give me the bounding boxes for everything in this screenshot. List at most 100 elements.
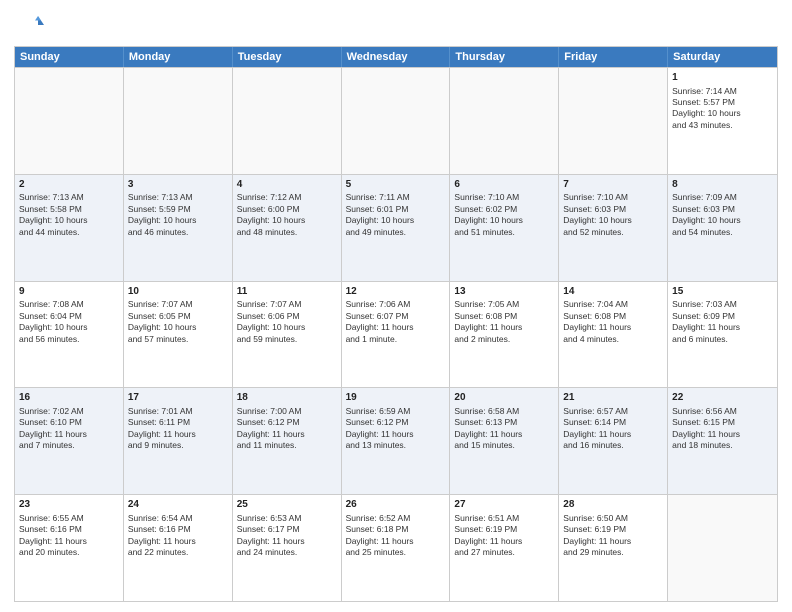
empty-cell	[124, 68, 233, 174]
day-cell-23: 23Sunrise: 6:55 AM Sunset: 6:16 PM Dayli…	[15, 495, 124, 601]
day-number: 17	[128, 391, 228, 405]
day-number: 26	[346, 498, 446, 512]
day-number: 19	[346, 391, 446, 405]
day-number: 28	[563, 498, 663, 512]
day-cell-22: 22Sunrise: 6:56 AM Sunset: 6:15 PM Dayli…	[668, 388, 777, 494]
day-info: Sunrise: 7:06 AM Sunset: 6:07 PM Dayligh…	[346, 299, 414, 343]
calendar-row-2: 9Sunrise: 7:08 AM Sunset: 6:04 PM Daylig…	[15, 281, 777, 388]
day-info: Sunrise: 6:55 AM Sunset: 6:16 PM Dayligh…	[19, 513, 87, 557]
day-info: Sunrise: 6:50 AM Sunset: 6:19 PM Dayligh…	[563, 513, 631, 557]
day-info: Sunrise: 7:01 AM Sunset: 6:11 PM Dayligh…	[128, 406, 196, 450]
empty-cell	[233, 68, 342, 174]
day-cell-15: 15Sunrise: 7:03 AM Sunset: 6:09 PM Dayli…	[668, 282, 777, 388]
day-number: 9	[19, 285, 119, 299]
day-cell-14: 14Sunrise: 7:04 AM Sunset: 6:08 PM Dayli…	[559, 282, 668, 388]
day-header-saturday: Saturday	[668, 47, 777, 67]
calendar-row-4: 23Sunrise: 6:55 AM Sunset: 6:16 PM Dayli…	[15, 494, 777, 601]
empty-cell	[450, 68, 559, 174]
day-info: Sunrise: 7:13 AM Sunset: 5:58 PM Dayligh…	[19, 192, 88, 236]
day-number: 10	[128, 285, 228, 299]
day-number: 18	[237, 391, 337, 405]
day-info: Sunrise: 7:09 AM Sunset: 6:03 PM Dayligh…	[672, 192, 741, 236]
day-info: Sunrise: 7:10 AM Sunset: 6:03 PM Dayligh…	[563, 192, 632, 236]
calendar: SundayMondayTuesdayWednesdayThursdayFrid…	[14, 46, 778, 602]
day-header-thursday: Thursday	[450, 47, 559, 67]
day-info: Sunrise: 7:12 AM Sunset: 6:00 PM Dayligh…	[237, 192, 306, 236]
day-info: Sunrise: 7:07 AM Sunset: 6:06 PM Dayligh…	[237, 299, 306, 343]
day-number: 14	[563, 285, 663, 299]
day-cell-5: 5Sunrise: 7:11 AM Sunset: 6:01 PM Daylig…	[342, 175, 451, 281]
day-number: 11	[237, 285, 337, 299]
day-cell-19: 19Sunrise: 6:59 AM Sunset: 6:12 PM Dayli…	[342, 388, 451, 494]
page: SundayMondayTuesdayWednesdayThursdayFrid…	[0, 0, 792, 612]
calendar-body: 1Sunrise: 7:14 AM Sunset: 5:57 PM Daylig…	[15, 67, 777, 601]
day-number: 8	[672, 178, 773, 192]
day-number: 12	[346, 285, 446, 299]
empty-cell	[559, 68, 668, 174]
day-cell-10: 10Sunrise: 7:07 AM Sunset: 6:05 PM Dayli…	[124, 282, 233, 388]
day-number: 6	[454, 178, 554, 192]
day-info: Sunrise: 7:13 AM Sunset: 5:59 PM Dayligh…	[128, 192, 197, 236]
calendar-row-1: 2Sunrise: 7:13 AM Sunset: 5:58 PM Daylig…	[15, 174, 777, 281]
calendar-row-0: 1Sunrise: 7:14 AM Sunset: 5:57 PM Daylig…	[15, 67, 777, 174]
day-number: 27	[454, 498, 554, 512]
day-info: Sunrise: 7:04 AM Sunset: 6:08 PM Dayligh…	[563, 299, 631, 343]
day-info: Sunrise: 7:07 AM Sunset: 6:05 PM Dayligh…	[128, 299, 197, 343]
calendar-header: SundayMondayTuesdayWednesdayThursdayFrid…	[15, 47, 777, 67]
empty-cell	[15, 68, 124, 174]
day-cell-12: 12Sunrise: 7:06 AM Sunset: 6:07 PM Dayli…	[342, 282, 451, 388]
day-info: Sunrise: 7:00 AM Sunset: 6:12 PM Dayligh…	[237, 406, 305, 450]
day-number: 1	[672, 71, 773, 85]
day-cell-6: 6Sunrise: 7:10 AM Sunset: 6:02 PM Daylig…	[450, 175, 559, 281]
day-cell-26: 26Sunrise: 6:52 AM Sunset: 6:18 PM Dayli…	[342, 495, 451, 601]
day-cell-13: 13Sunrise: 7:05 AM Sunset: 6:08 PM Dayli…	[450, 282, 559, 388]
day-info: Sunrise: 7:10 AM Sunset: 6:02 PM Dayligh…	[454, 192, 523, 236]
day-info: Sunrise: 7:02 AM Sunset: 6:10 PM Dayligh…	[19, 406, 87, 450]
header	[14, 10, 778, 40]
day-cell-16: 16Sunrise: 7:02 AM Sunset: 6:10 PM Dayli…	[15, 388, 124, 494]
day-number: 5	[346, 178, 446, 192]
day-number: 13	[454, 285, 554, 299]
day-cell-18: 18Sunrise: 7:00 AM Sunset: 6:12 PM Dayli…	[233, 388, 342, 494]
day-cell-24: 24Sunrise: 6:54 AM Sunset: 6:16 PM Dayli…	[124, 495, 233, 601]
day-number: 21	[563, 391, 663, 405]
day-cell-25: 25Sunrise: 6:53 AM Sunset: 6:17 PM Dayli…	[233, 495, 342, 601]
day-info: Sunrise: 7:05 AM Sunset: 6:08 PM Dayligh…	[454, 299, 522, 343]
day-info: Sunrise: 6:53 AM Sunset: 6:17 PM Dayligh…	[237, 513, 305, 557]
calendar-row-3: 16Sunrise: 7:02 AM Sunset: 6:10 PM Dayli…	[15, 387, 777, 494]
day-header-wednesday: Wednesday	[342, 47, 451, 67]
day-number: 24	[128, 498, 228, 512]
day-cell-3: 3Sunrise: 7:13 AM Sunset: 5:59 PM Daylig…	[124, 175, 233, 281]
empty-cell	[342, 68, 451, 174]
day-number: 4	[237, 178, 337, 192]
day-info: Sunrise: 6:56 AM Sunset: 6:15 PM Dayligh…	[672, 406, 740, 450]
day-cell-20: 20Sunrise: 6:58 AM Sunset: 6:13 PM Dayli…	[450, 388, 559, 494]
day-cell-2: 2Sunrise: 7:13 AM Sunset: 5:58 PM Daylig…	[15, 175, 124, 281]
day-info: Sunrise: 6:52 AM Sunset: 6:18 PM Dayligh…	[346, 513, 414, 557]
day-cell-17: 17Sunrise: 7:01 AM Sunset: 6:11 PM Dayli…	[124, 388, 233, 494]
day-number: 15	[672, 285, 773, 299]
day-number: 7	[563, 178, 663, 192]
day-number: 3	[128, 178, 228, 192]
logo-icon	[14, 10, 44, 40]
day-header-monday: Monday	[124, 47, 233, 67]
day-info: Sunrise: 6:51 AM Sunset: 6:19 PM Dayligh…	[454, 513, 522, 557]
day-number: 25	[237, 498, 337, 512]
empty-cell	[668, 495, 777, 601]
day-cell-28: 28Sunrise: 6:50 AM Sunset: 6:19 PM Dayli…	[559, 495, 668, 601]
day-cell-27: 27Sunrise: 6:51 AM Sunset: 6:19 PM Dayli…	[450, 495, 559, 601]
day-info: Sunrise: 6:58 AM Sunset: 6:13 PM Dayligh…	[454, 406, 522, 450]
logo	[14, 10, 48, 40]
day-number: 20	[454, 391, 554, 405]
day-cell-21: 21Sunrise: 6:57 AM Sunset: 6:14 PM Dayli…	[559, 388, 668, 494]
day-number: 2	[19, 178, 119, 192]
day-info: Sunrise: 7:11 AM Sunset: 6:01 PM Dayligh…	[346, 192, 415, 236]
day-info: Sunrise: 6:54 AM Sunset: 6:16 PM Dayligh…	[128, 513, 196, 557]
day-cell-7: 7Sunrise: 7:10 AM Sunset: 6:03 PM Daylig…	[559, 175, 668, 281]
day-cell-1: 1Sunrise: 7:14 AM Sunset: 5:57 PM Daylig…	[668, 68, 777, 174]
day-number: 22	[672, 391, 773, 405]
day-info: Sunrise: 6:57 AM Sunset: 6:14 PM Dayligh…	[563, 406, 631, 450]
day-info: Sunrise: 7:14 AM Sunset: 5:57 PM Dayligh…	[672, 86, 741, 130]
day-header-sunday: Sunday	[15, 47, 124, 67]
day-cell-8: 8Sunrise: 7:09 AM Sunset: 6:03 PM Daylig…	[668, 175, 777, 281]
